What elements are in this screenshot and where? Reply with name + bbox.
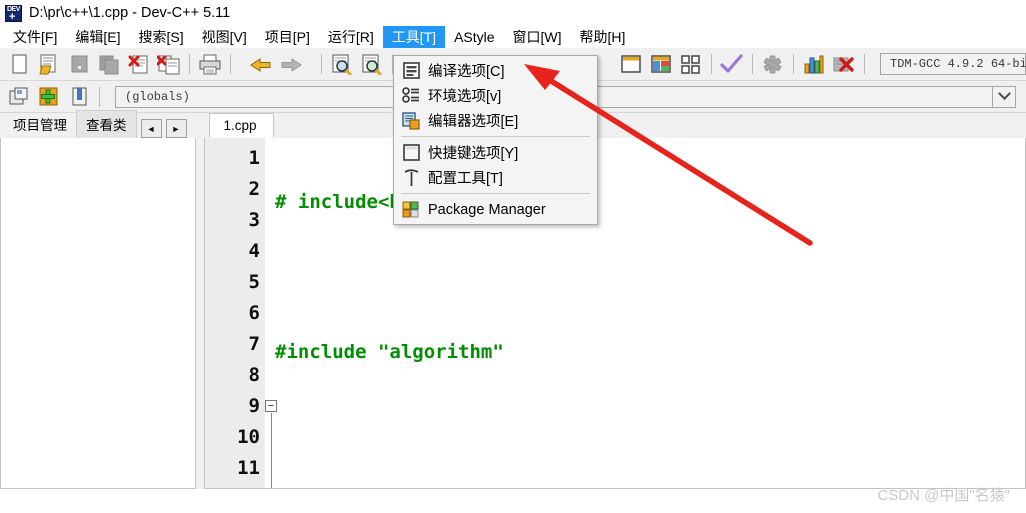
line-number: 10 (237, 426, 260, 448)
save-all-icon[interactable] (94, 50, 124, 78)
line-number: 4 (248, 240, 260, 262)
editor-options-icon (400, 111, 422, 131)
menu-item-label: 配置工具[T] (428, 171, 503, 187)
compiler-options-icon (400, 61, 422, 81)
compile-run-icon[interactable] (676, 50, 706, 78)
goto-bookmark-icon[interactable] (64, 83, 94, 111)
toolbar-separator (711, 54, 712, 74)
toolbar-separator (189, 54, 190, 74)
editor-tab-1cpp[interactable]: 1.cpp (208, 113, 274, 138)
menu-item-label: 编译选项[C] (428, 64, 505, 80)
rebuild-all-icon[interactable] (717, 50, 747, 78)
menu-item-file[interactable]: 文件[F] (4, 26, 66, 48)
debug-stop-icon[interactable] (829, 50, 859, 78)
panel-tab-next-arrow-icon[interactable]: ► (165, 119, 187, 138)
panel-tab-project-manager[interactable]: 项目管理 (4, 111, 76, 138)
compiler-select[interactable]: TDM-GCC 4.9.2 64-bit (880, 53, 1026, 75)
menu-item-configure-tools[interactable]: 配置工具[T] (394, 165, 597, 190)
menu-item-package-manager[interactable]: Package Manager (394, 197, 597, 222)
line-number: 1 (248, 147, 260, 169)
menu-item-environment-options[interactable]: 环境选项[v] (394, 83, 597, 108)
line-number: 7 (248, 333, 260, 355)
panel-tab-prev-arrow-icon[interactable]: ◄ (140, 119, 162, 138)
menu-item-window[interactable]: 窗口[W] (504, 26, 571, 48)
configure-tools-icon (400, 168, 422, 188)
menu-item-view[interactable]: 视图[V] (193, 26, 256, 48)
compile-icon[interactable] (616, 50, 646, 78)
menu-item-label: Package Manager (428, 201, 546, 218)
line-number: 2 (248, 178, 260, 200)
print-icon[interactable] (195, 50, 225, 78)
menu-separator (401, 136, 590, 137)
line-number: 5 (248, 271, 260, 293)
close-file-icon[interactable] (124, 50, 154, 78)
toolbar-separator (752, 54, 753, 74)
code-line: # include<bits/stdc++.h> (275, 191, 550, 213)
title-bar: DEV + D:\pr\c++\1.cpp - Dev-C++ 5.11 (0, 0, 1026, 26)
menu-item-label: 环境选项[v] (428, 89, 502, 105)
panel-tab-class-browser[interactable]: 查看类 (76, 110, 137, 138)
insert-icon[interactable] (4, 83, 34, 111)
menu-item-label: 快捷键选项[Y] (428, 146, 519, 162)
menu-item-tools[interactable]: 工具[T] (382, 26, 446, 48)
watermark: CSDN @中国"名猿" (877, 487, 1010, 504)
menu-separator (401, 193, 590, 194)
dev-cpp-icon: DEV + (5, 4, 22, 23)
tools-dropdown-menu[interactable]: 编译选项[C] 环境选项[v] 编辑器选项[E] 快捷键选项[Y] 配置工具[T… (393, 55, 598, 225)
undo-icon[interactable] (246, 50, 276, 78)
menu-item-edit[interactable]: 编辑[E] (66, 26, 129, 48)
line-number: 9 − (205, 391, 277, 488)
redo-icon[interactable] (276, 50, 306, 78)
line-number: 6 (248, 302, 260, 324)
menu-item-search[interactable]: 搜索[S] (129, 26, 192, 48)
new-file-icon[interactable] (4, 50, 34, 78)
fold-collapse-icon[interactable]: − (265, 400, 277, 412)
line-number: 12 (205, 484, 265, 488)
replace-icon[interactable] (357, 50, 387, 78)
find-icon[interactable] (327, 50, 357, 78)
toolbar-separator (99, 86, 100, 107)
panel-splitter[interactable] (196, 138, 204, 489)
toggle-bookmark-icon[interactable] (34, 83, 64, 111)
menu-item-astyle[interactable]: AStyle (445, 26, 503, 48)
open-file-icon[interactable] (34, 50, 64, 78)
toolbar-separator (321, 54, 322, 74)
line-number: 8 (248, 364, 260, 386)
shortcut-options-icon (400, 143, 422, 163)
fold-guide-line (271, 413, 272, 488)
run-icon[interactable] (646, 50, 676, 78)
line-number: 11 (237, 457, 260, 479)
stop-execution-icon[interactable] (758, 50, 788, 78)
environment-options-icon (400, 86, 422, 106)
window-title: D:\pr\c++\1.cpp - Dev-C++ 5.11 (29, 5, 231, 21)
code-line: #include "algorithm" (275, 341, 504, 363)
toolbar-separator (230, 54, 231, 74)
project-manager-panel[interactable] (0, 138, 196, 489)
profile-icon[interactable] (799, 50, 829, 78)
editor-gutter: 1 2 3 4 5 6 7 8 9 − 10 11 12 (205, 138, 277, 488)
save-file-icon[interactable] (64, 50, 94, 78)
toolbar-separator (864, 54, 865, 74)
app-icon-plus: + (9, 10, 16, 23)
line-number-text: 9 (248, 395, 260, 417)
menu-item-editor-options[interactable]: 编辑器选项[E] (394, 108, 597, 133)
menu-item-label: 编辑器选项[E] (428, 114, 519, 130)
menu-bar: 文件[F] 编辑[E] 搜索[S] 视图[V] 项目[P] 运行[R] 工具[T… (0, 26, 1026, 48)
menu-item-compiler-options[interactable]: 编译选项[C] (394, 58, 597, 83)
menu-item-run[interactable]: 运行[R] (319, 26, 383, 48)
package-manager-icon (400, 200, 422, 220)
menu-item-help[interactable]: 帮助[H] (571, 26, 635, 48)
menu-item-shortcut-options[interactable]: 快捷键选项[Y] (394, 140, 597, 165)
editor-text-area[interactable]: # include<bits/stdc++.h> #include "algor… (265, 138, 1025, 488)
menu-item-project[interactable]: 项目[P] (256, 26, 319, 48)
chevron-down-icon[interactable] (992, 85, 1016, 108)
close-all-icon[interactable] (154, 50, 184, 78)
toolbar-separator (793, 54, 794, 74)
line-number: 3 (248, 209, 260, 231)
code-editor[interactable]: 1 2 3 4 5 6 7 8 9 − 10 11 12 # include<b… (204, 138, 1026, 489)
